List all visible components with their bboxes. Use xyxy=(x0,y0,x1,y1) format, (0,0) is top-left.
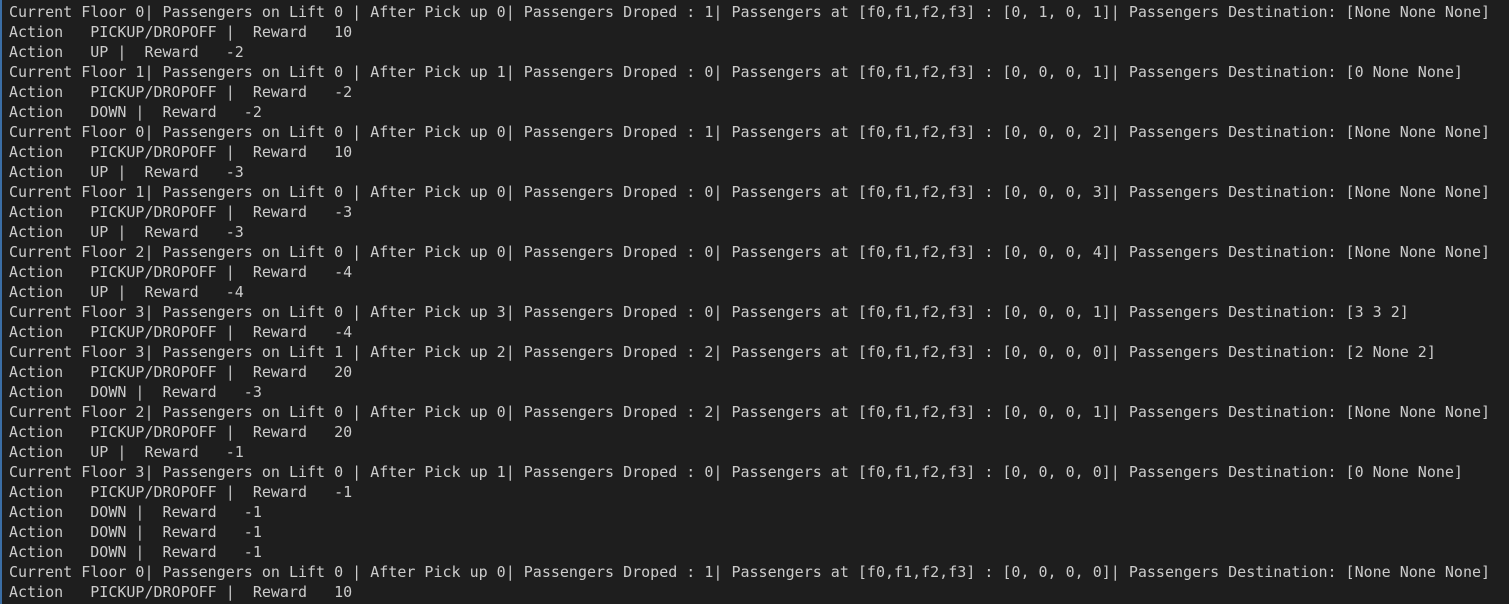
log-line-action: Action DOWN | Reward -1 xyxy=(9,543,262,561)
log-line-action: Action DOWN | Reward -2 xyxy=(9,103,262,121)
log-line-action: Action PICKUP/DROPOFF | Reward -4 xyxy=(9,323,353,341)
log-line-action: Action UP | Reward -4 xyxy=(9,283,244,301)
log-line-action: Action UP | Reward -2 xyxy=(9,43,244,61)
log-line-action: Action UP | Reward -1 xyxy=(9,443,244,461)
terminal-output-panel[interactable]: Current Floor 0| Passengers on Lift 0 | … xyxy=(0,0,1509,604)
terminal-log: Current Floor 0| Passengers on Lift 0 | … xyxy=(2,0,1509,602)
log-line-action: Action PICKUP/DROPOFF | Reward 10 xyxy=(9,143,353,161)
log-line-action: Action PICKUP/DROPOFF | Reward -1 xyxy=(9,483,353,501)
log-line-status: Current Floor 0| Passengers on Lift 0 | … xyxy=(9,3,1491,21)
log-line-action: Action DOWN | Reward -1 xyxy=(9,523,262,541)
log-line-action: Action PICKUP/DROPOFF | Reward 10 xyxy=(9,23,353,41)
log-line-action: Action PICKUP/DROPOFF | Reward 20 xyxy=(9,423,353,441)
log-line-status: Current Floor 1| Passengers on Lift 0 | … xyxy=(9,183,1491,201)
log-line-status: Current Floor 3| Passengers on Lift 0 | … xyxy=(9,303,1409,321)
log-line-action: Action DOWN | Reward -3 xyxy=(9,383,262,401)
log-line-action: Action UP | Reward -3 xyxy=(9,163,244,181)
log-line-status: Current Floor 0| Passengers on Lift 0 | … xyxy=(9,123,1491,141)
log-line-status: Current Floor 0| Passengers on Lift 0 | … xyxy=(9,563,1491,581)
log-line-action: Action PICKUP/DROPOFF | Reward -2 xyxy=(9,83,353,101)
log-line-status: Current Floor 2| Passengers on Lift 0 | … xyxy=(9,403,1491,421)
log-line-status: Current Floor 3| Passengers on Lift 1 | … xyxy=(9,343,1436,361)
log-line-action: Action PICKUP/DROPOFF | Reward -4 xyxy=(9,263,353,281)
log-line-status: Current Floor 3| Passengers on Lift 0 | … xyxy=(9,463,1463,481)
log-line-action: Action PICKUP/DROPOFF | Reward 20 xyxy=(9,363,353,381)
log-line-action: Action UP | Reward -3 xyxy=(9,223,244,241)
log-line-action: Action DOWN | Reward -1 xyxy=(9,503,262,521)
log-line-action: Action PICKUP/DROPOFF | Reward 10 xyxy=(9,583,353,601)
log-line-status: Current Floor 1| Passengers on Lift 0 | … xyxy=(9,63,1463,81)
log-line-status: Current Floor 2| Passengers on Lift 0 | … xyxy=(9,243,1491,261)
log-line-action: Action PICKUP/DROPOFF | Reward -3 xyxy=(9,203,353,221)
